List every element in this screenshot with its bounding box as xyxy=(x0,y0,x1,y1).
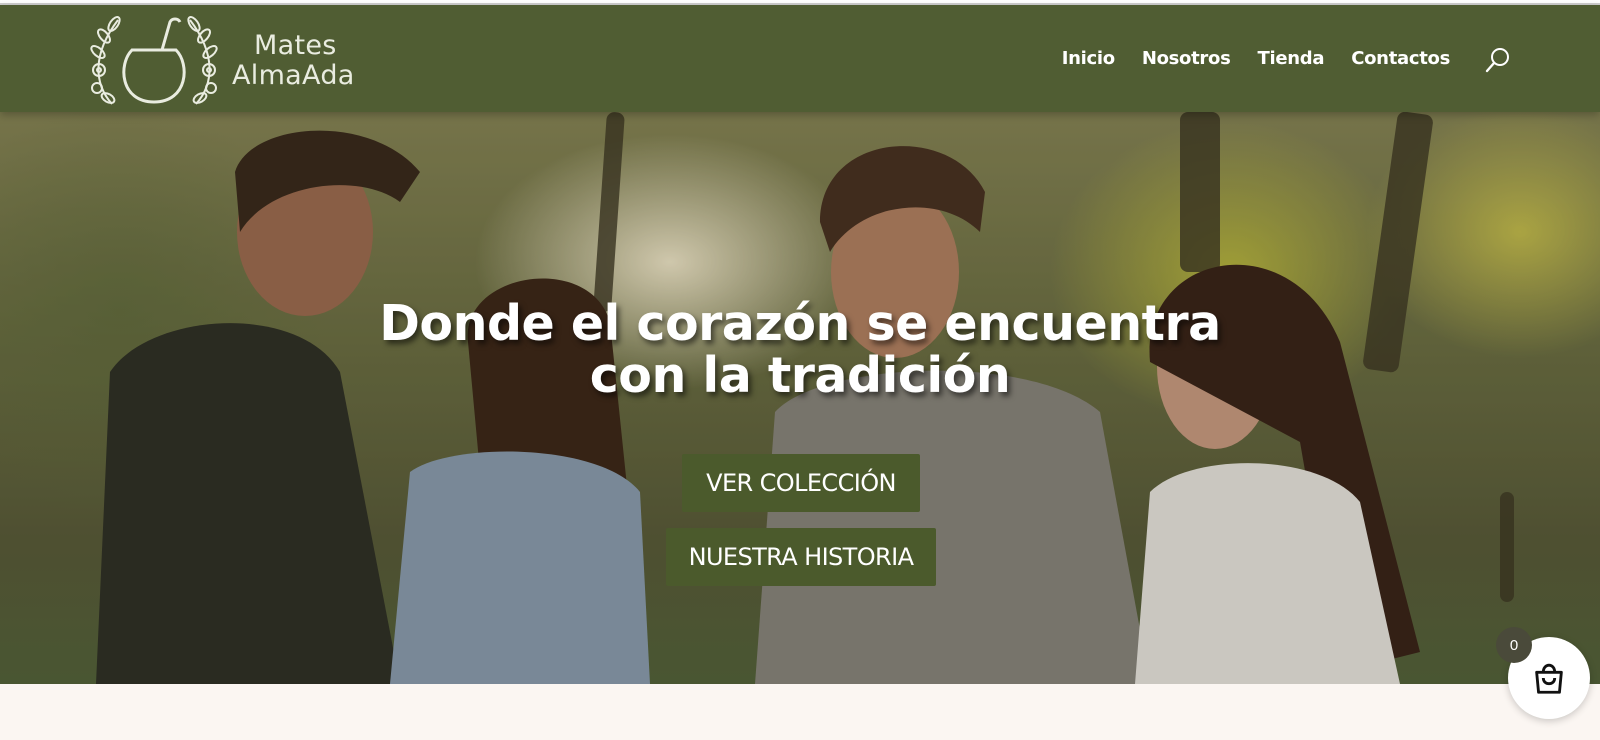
nuestra-historia-button[interactable]: NUESTRA HISTORIA xyxy=(666,528,936,586)
ver-coleccion-button[interactable]: VER COLECCIÓN xyxy=(682,454,920,512)
hero-headline-line2: con la tradición xyxy=(589,347,1011,404)
brand-logo[interactable]: Mates AlmaAda xyxy=(84,13,384,109)
nav-item-inicio[interactable]: Inicio xyxy=(1062,48,1115,69)
nav-item-contactos[interactable]: Contactos xyxy=(1351,48,1450,69)
shopping-bag-icon xyxy=(1535,663,1563,694)
brand-line2: AlmaAda xyxy=(232,60,355,91)
cart-count-badge: 0 xyxy=(1496,627,1532,663)
nav-item-nosotros[interactable]: Nosotros xyxy=(1142,48,1231,69)
main-nav: Inicio Nosotros Tienda Contactos xyxy=(1062,5,1451,112)
hero-headline: Donde el corazón se encuentra con la tra… xyxy=(0,298,1600,402)
hero-banner: Donde el corazón se encuentra con la tra… xyxy=(0,112,1600,684)
search-icon[interactable] xyxy=(1484,45,1512,75)
hero-headline-line1: Donde el corazón se encuentra xyxy=(379,295,1221,352)
brand-line1: Mates xyxy=(254,30,337,61)
mate-gourd-icon xyxy=(90,16,218,105)
brand-name: Mates AlmaAda xyxy=(232,31,355,91)
site-header: Mates AlmaAda Inicio Nosotros Tienda Con… xyxy=(0,5,1600,112)
nav-item-tienda[interactable]: Tienda xyxy=(1258,48,1325,69)
